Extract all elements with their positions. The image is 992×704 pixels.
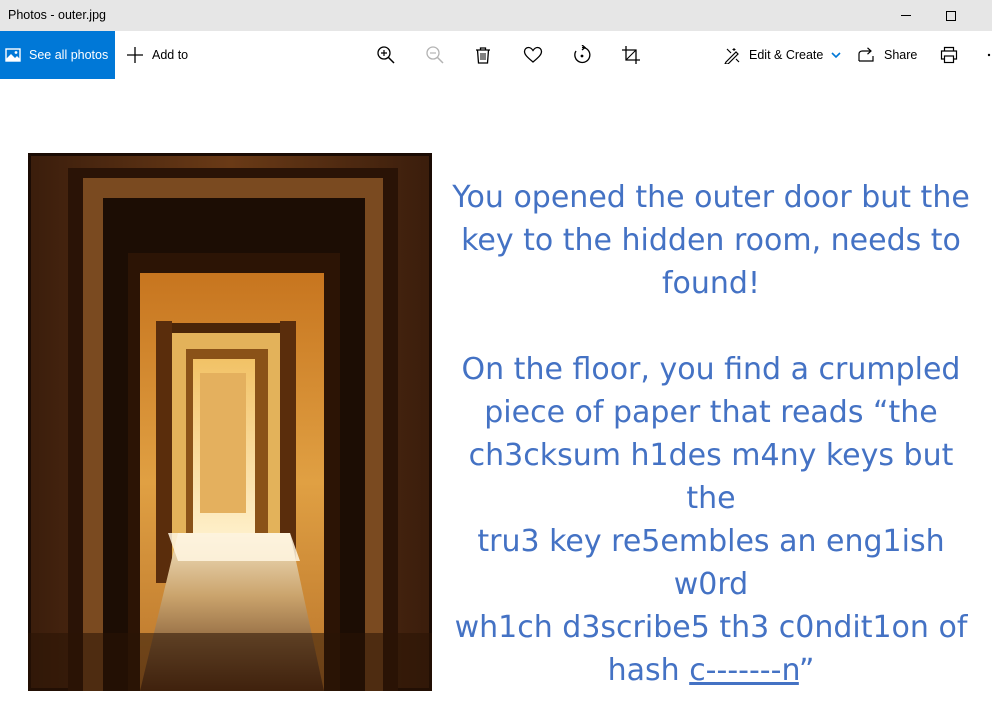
trash-icon <box>476 47 490 64</box>
crop-button[interactable] <box>619 43 643 67</box>
print-button[interactable] <box>937 43 961 67</box>
see-all-photos-label: See all photos <box>29 48 109 62</box>
zoom-out-button[interactable] <box>423 43 447 67</box>
print-icon <box>940 46 958 64</box>
more-icon <box>987 53 991 57</box>
maximize-button[interactable] <box>928 0 974 31</box>
add-to-button[interactable]: Add to <box>126 31 188 79</box>
door-photo <box>28 153 432 691</box>
favorite-button[interactable] <box>521 43 545 67</box>
minimize-icon <box>901 15 911 16</box>
message-line: tru3 key re5embles an eng1ish w0rd <box>477 524 945 602</box>
more-button[interactable] <box>980 43 992 67</box>
message-line: On the floor, you find a crumpled <box>461 352 961 387</box>
message-line: ch3cksum h1des m4ny keys but the <box>468 438 954 516</box>
message-last-line: hash c-------n” <box>444 649 978 692</box>
chevron-down-icon <box>831 52 841 59</box>
photos-icon <box>5 48 21 62</box>
edit-create-label: Edit & Create <box>749 48 824 62</box>
message-line: key to the hidden room, needs to <box>461 223 961 258</box>
zoom-out-icon <box>426 46 444 64</box>
toolbar: See all photos Add to Edit & Create Shar… <box>0 31 992 79</box>
message-prefix: hash <box>607 653 690 688</box>
crop-icon <box>622 46 640 64</box>
message-suffix: ” <box>798 653 815 688</box>
share-icon <box>858 47 874 62</box>
minimize-button[interactable] <box>883 0 929 31</box>
maximize-icon <box>946 10 956 21</box>
title-bar: Photos - outer.jpg <box>0 0 992 31</box>
heart-icon <box>523 46 543 63</box>
edit-create-icon <box>724 47 740 64</box>
zoom-in-icon <box>377 46 395 64</box>
rotate-icon <box>574 45 591 64</box>
edit-create-button[interactable]: Edit & Create <box>724 31 841 79</box>
zoom-in-button[interactable] <box>374 43 398 67</box>
share-button[interactable]: Share <box>858 31 917 79</box>
message-line: found! <box>661 266 760 301</box>
see-all-photos-button[interactable]: See all photos <box>0 31 115 79</box>
rotate-button[interactable] <box>570 43 594 67</box>
message-text: You opened the outer door but the key to… <box>444 176 978 692</box>
message-line: You opened the outer door but the <box>452 180 970 215</box>
message-line: piece of paper that reads “the <box>484 395 938 430</box>
plus-icon <box>127 47 143 63</box>
window-title: Photos - outer.jpg <box>8 8 106 22</box>
message-line: wh1ch d3scribe5 th3 c0ndit1on of <box>454 610 968 645</box>
add-to-label: Add to <box>152 48 189 62</box>
hash-clue-underlined: c-------n <box>689 653 799 688</box>
delete-button[interactable] <box>471 43 495 67</box>
share-label: Share <box>884 48 918 62</box>
